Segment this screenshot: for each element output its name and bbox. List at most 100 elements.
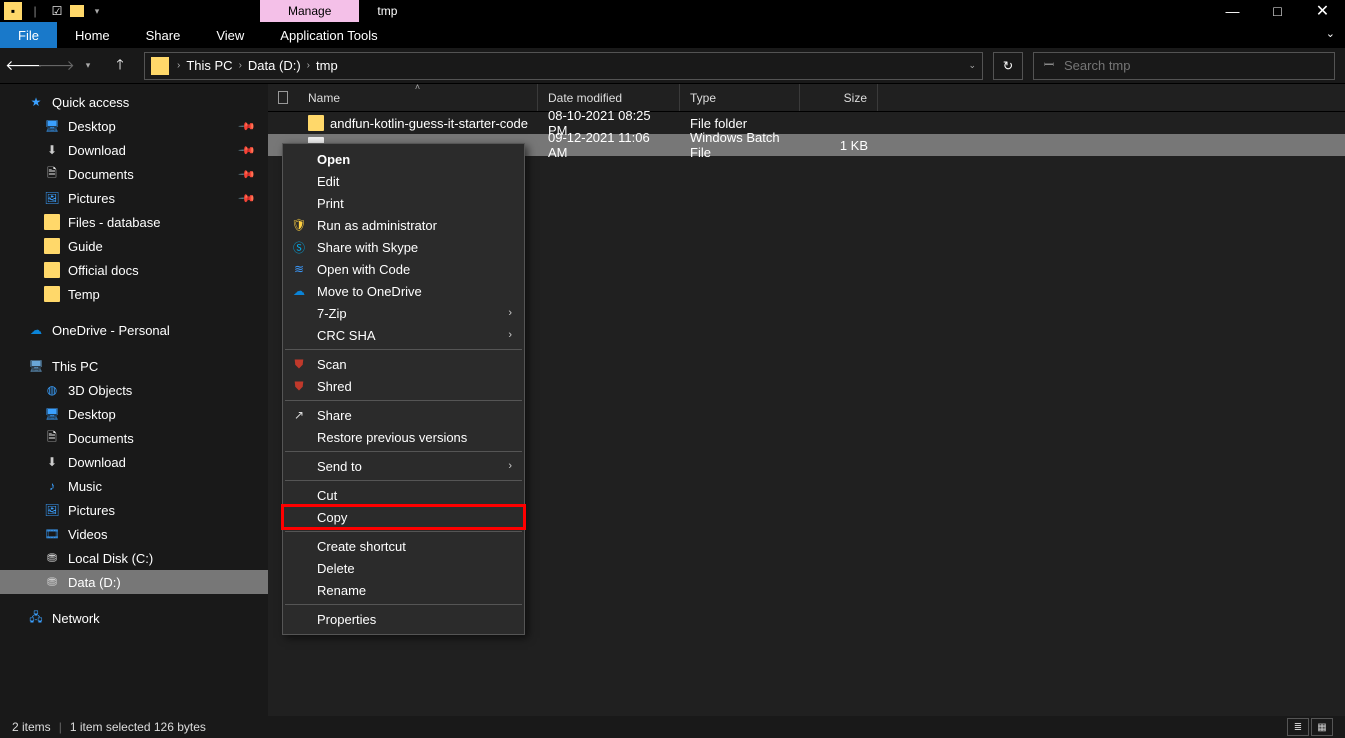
ctx-cut[interactable]: Cut	[283, 484, 524, 506]
sidebar-label: OneDrive - Personal	[52, 323, 170, 338]
chevron-right-icon[interactable]: ›	[175, 60, 182, 71]
checkbox-icon[interactable]	[278, 91, 288, 104]
folder-icon	[151, 57, 169, 75]
ctx-copy[interactable]: Copy	[283, 506, 524, 528]
sidebar-this-pc[interactable]: 🖥This PC	[0, 354, 268, 378]
up-button[interactable]: 🡑	[106, 52, 134, 80]
column-checkbox[interactable]	[268, 84, 298, 111]
ribbon-expand-icon[interactable]: ⌄	[1326, 27, 1335, 40]
ctx-crc-sha[interactable]: CRC SHA›	[283, 324, 524, 346]
sort-asc-icon: ˄	[415, 82, 420, 92]
details-view-button[interactable]: ≣	[1287, 718, 1309, 736]
sidebar-music[interactable]: ♪Music	[0, 474, 268, 498]
column-type[interactable]: Type	[680, 84, 800, 111]
sidebar-temp[interactable]: Temp	[0, 282, 268, 306]
row-checkbox[interactable]	[268, 112, 298, 134]
history-dropdown-icon[interactable]: ▾	[74, 52, 102, 80]
ctx-print[interactable]: Print	[283, 192, 524, 214]
sidebar-quick-access[interactable]: ★Quick access	[0, 90, 268, 114]
column-name[interactable]: Name˄	[298, 84, 538, 111]
explorer-icon: ▪	[4, 2, 22, 20]
sidebar-official-docs[interactable]: Official docs	[0, 258, 268, 282]
column-size[interactable]: Size	[800, 84, 878, 111]
ctx-delete[interactable]: Delete	[283, 557, 524, 579]
menu-application-tools[interactable]: Application Tools	[262, 22, 395, 48]
sidebar-onedrive[interactable]: ☁OneDrive - Personal	[0, 318, 268, 342]
download-icon: ⬇	[44, 142, 60, 158]
sidebar-documents-2[interactable]: 🗎Documents	[0, 426, 268, 450]
sidebar-pictures-2[interactable]: 🖼Pictures	[0, 498, 268, 522]
menu-share[interactable]: Share	[128, 22, 199, 48]
ctx-label: Create shortcut	[317, 539, 406, 554]
thumbnails-view-button[interactable]: ▦	[1311, 718, 1333, 736]
search-input[interactable]	[1064, 58, 1324, 73]
ctx-edit[interactable]: Edit	[283, 170, 524, 192]
sidebar-download-2[interactable]: ⬇Download	[0, 450, 268, 474]
sidebar-desktop[interactable]: 🖥Desktop📌	[0, 114, 268, 138]
refresh-button[interactable]: ↻	[993, 52, 1023, 80]
ctx-restore[interactable]: Restore previous versions	[283, 426, 524, 448]
window-title: tmp	[359, 0, 415, 22]
sidebar-label: This PC	[52, 359, 98, 374]
sidebar-local-disk[interactable]: ⛃Local Disk (C:)	[0, 546, 268, 570]
maximize-button[interactable]: □	[1255, 0, 1300, 22]
ctx-label: Rename	[317, 583, 366, 598]
pin-icon: 📌	[238, 165, 257, 184]
close-button[interactable]: ✕	[1300, 0, 1345, 22]
sidebar-data-disk[interactable]: ⛃Data (D:)	[0, 570, 268, 594]
pictures-icon: 🖼	[44, 502, 60, 518]
ctx-send-to[interactable]: Send to›	[283, 455, 524, 477]
ctx-create-shortcut[interactable]: Create shortcut	[283, 535, 524, 557]
ctx-share-skype[interactable]: ⓈShare with Skype	[283, 236, 524, 258]
breadcrumb-folder[interactable]: tmp	[312, 58, 342, 73]
file-name: andfun-kotlin-guess-it-starter-code	[330, 116, 528, 131]
chevron-right-icon[interactable]: ›	[237, 60, 244, 71]
new-folder-icon[interactable]	[70, 5, 84, 17]
download-icon: ⬇	[44, 454, 60, 470]
qat-customize-icon[interactable]: ▾	[88, 2, 106, 20]
chevron-right-icon[interactable]: ›	[305, 60, 312, 71]
ctx-7zip[interactable]: 7-Zip›	[283, 302, 524, 324]
address-bar[interactable]: › This PC › Data (D:) › tmp ⌄	[144, 52, 983, 80]
shield-icon: 🛡	[291, 217, 307, 233]
back-button[interactable]: 🡐	[10, 52, 38, 80]
properties-icon[interactable]: ☑	[48, 2, 66, 20]
sidebar-download[interactable]: ⬇Download📌	[0, 138, 268, 162]
ctx-scan[interactable]: ⛊Scan	[283, 353, 524, 375]
vscode-icon: ≋	[291, 261, 307, 277]
menu-view[interactable]: View	[198, 22, 262, 48]
ctx-share[interactable]: ↗Share	[283, 404, 524, 426]
sidebar-network[interactable]: 🖧Network	[0, 606, 268, 630]
sidebar-videos[interactable]: 🎞Videos	[0, 522, 268, 546]
ctx-label: Print	[317, 196, 344, 211]
file-row[interactable]: andfun-kotlin-guess-it-starter-code 08-1…	[268, 112, 1345, 134]
ctx-properties[interactable]: Properties	[283, 608, 524, 630]
menu-home[interactable]: Home	[57, 22, 128, 48]
column-date[interactable]: Date modified	[538, 84, 680, 111]
menu-file[interactable]: File	[0, 22, 57, 48]
sidebar-guide[interactable]: Guide	[0, 234, 268, 258]
sidebar-files-database[interactable]: Files - database	[0, 210, 268, 234]
sidebar-label: Documents	[68, 167, 134, 182]
breadcrumb-drive[interactable]: Data (D:)	[244, 58, 305, 73]
address-dropdown-icon[interactable]: ⌄	[968, 60, 976, 71]
ctx-label: Open with Code	[317, 262, 410, 277]
sidebar-pictures[interactable]: 🖼Pictures📌	[0, 186, 268, 210]
ribbon-tab-manage[interactable]: Manage	[260, 0, 359, 22]
sidebar-desktop-2[interactable]: 🖥Desktop	[0, 402, 268, 426]
sidebar-3d-objects[interactable]: ◍3D Objects	[0, 378, 268, 402]
ctx-label: Cut	[317, 488, 337, 503]
search-box[interactable]: 𝄩	[1033, 52, 1335, 80]
ctx-rename[interactable]: Rename	[283, 579, 524, 601]
shield-icon: ⛊	[291, 378, 307, 394]
ctx-run-admin[interactable]: 🛡Run as administrator	[283, 214, 524, 236]
ctx-move-onedrive[interactable]: ☁Move to OneDrive	[283, 280, 524, 302]
breadcrumb-this-pc[interactable]: This PC	[182, 58, 236, 73]
forward-button[interactable]: 🡒	[42, 52, 70, 80]
minimize-button[interactable]: —	[1210, 0, 1255, 22]
ctx-shred[interactable]: ⛊Shred	[283, 375, 524, 397]
ctx-open-code[interactable]: ≋ Open with Code	[283, 258, 524, 280]
sidebar-label: Desktop	[68, 119, 116, 134]
sidebar-documents[interactable]: 🗎Documents📌	[0, 162, 268, 186]
ctx-open[interactable]: Open	[283, 148, 524, 170]
